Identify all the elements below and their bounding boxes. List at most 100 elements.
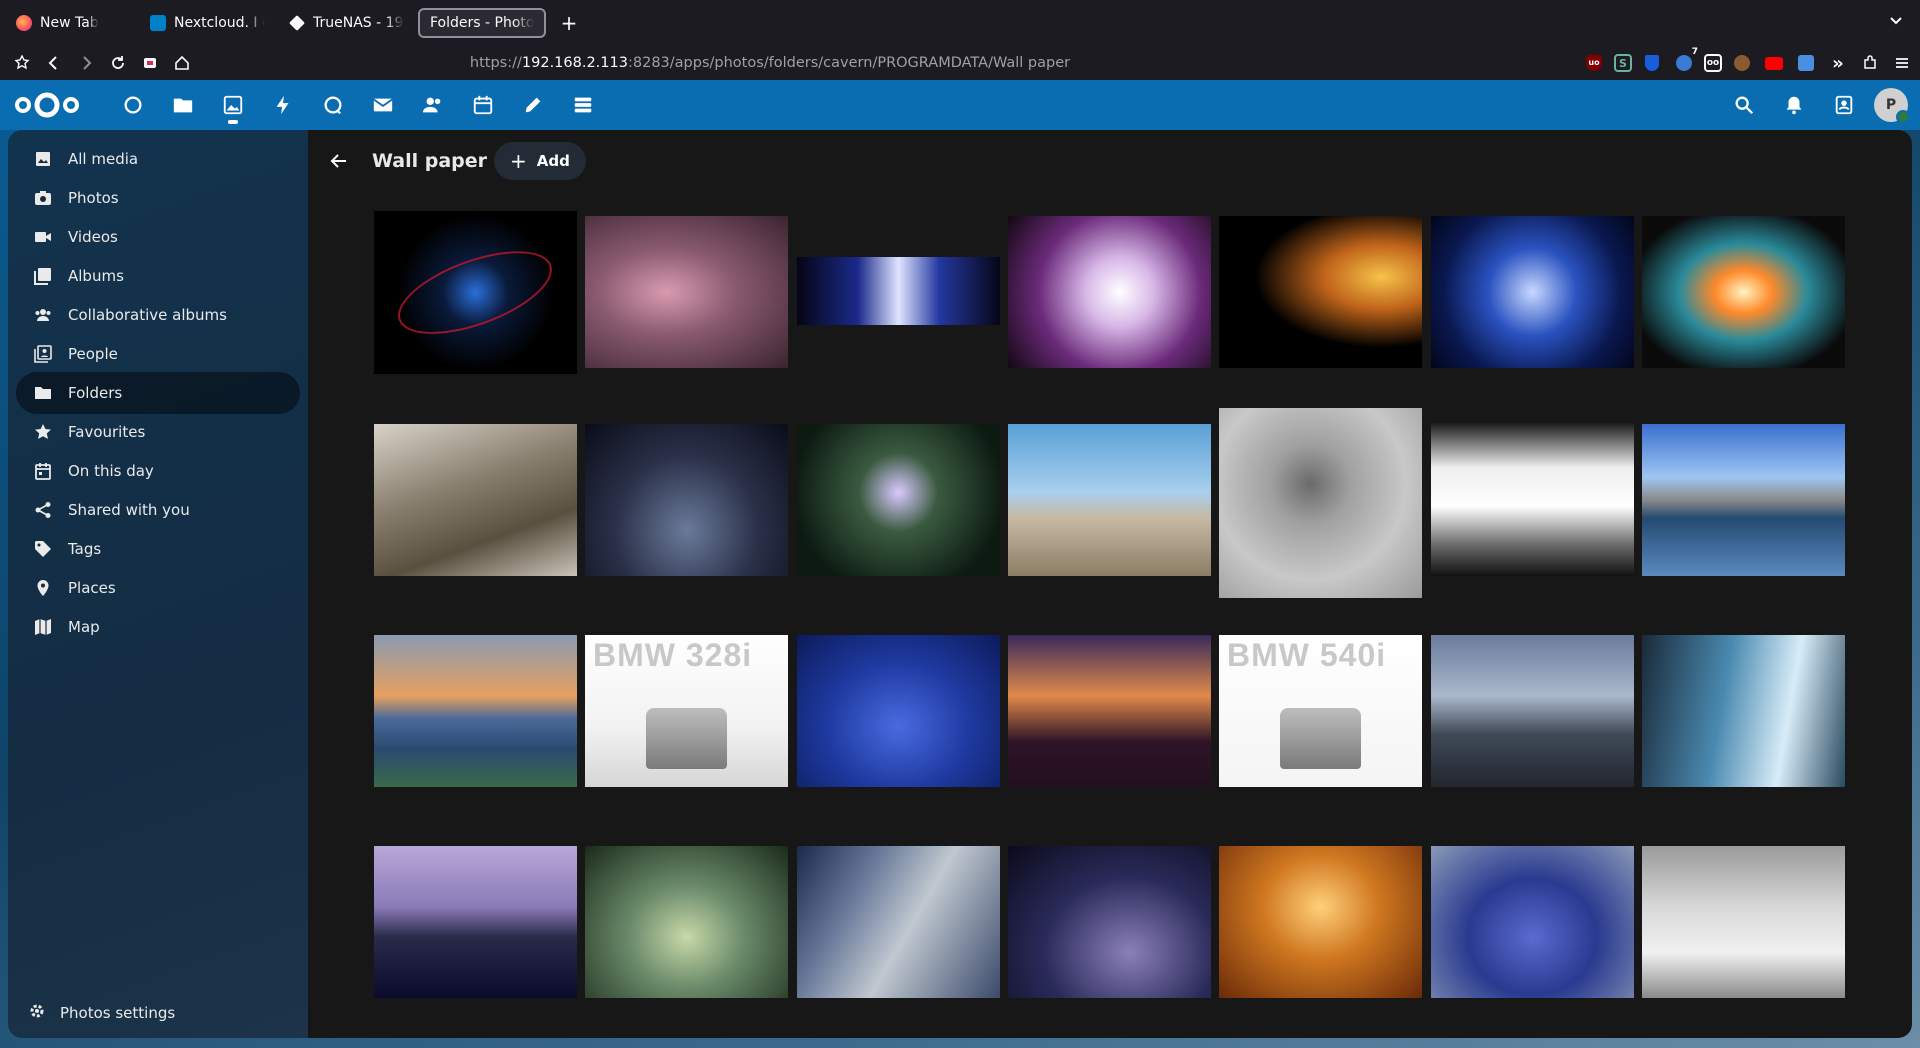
home-icon[interactable]: [166, 49, 198, 77]
notes-icon[interactable]: [508, 80, 558, 130]
photo-thumbnail[interactable]: [797, 257, 1000, 325]
photo-thumbnail[interactable]: [1642, 424, 1845, 576]
nav-shared-with-you[interactable]: Shared with you: [16, 489, 300, 531]
extension-badge-icon[interactable]: 7: [1672, 47, 1698, 75]
nav-collaborative-albums[interactable]: Collaborative albums: [16, 294, 300, 336]
url-bar[interactable]: https://192.168.2.113:8283/apps/photos/f…: [200, 49, 1340, 77]
tab-new-tab[interactable]: New Tab: [6, 8, 136, 38]
cookie-icon[interactable]: [1730, 51, 1754, 75]
plus-icon: +: [510, 149, 527, 173]
forward-icon[interactable]: [70, 49, 102, 77]
photo-thumbnail[interactable]: [1642, 216, 1845, 368]
photo-thumbnail[interactable]: [1219, 216, 1422, 368]
reload-icon[interactable]: [102, 49, 134, 77]
photos-navigation: All media Photos Videos Albums Collabora…: [8, 130, 308, 1038]
photo-thumbnail[interactable]: [374, 635, 577, 787]
nav-label: On this day: [68, 462, 154, 480]
screenshot-icon[interactable]: [134, 49, 166, 77]
photo-thumbnail[interactable]: [1219, 846, 1422, 998]
notifications-icon[interactable]: [1774, 80, 1814, 130]
nav-folders[interactable]: Folders: [16, 372, 300, 414]
tab-title: Nextcloud. I c: [174, 15, 265, 31]
map-icon: [34, 618, 52, 636]
photo-thumbnail[interactable]: [797, 635, 1000, 787]
photo-thumbnail[interactable]: BMW 540i: [1219, 635, 1422, 787]
photo-thumbnail[interactable]: [1431, 421, 1634, 576]
nav-photos[interactable]: Photos: [16, 177, 300, 219]
nav-map[interactable]: Map: [16, 606, 300, 648]
youtube-icon[interactable]: [1762, 51, 1786, 75]
photo-thumbnail[interactable]: [585, 216, 788, 368]
photo-thumbnail[interactable]: [585, 846, 788, 998]
nav-favourites[interactable]: Favourites: [16, 411, 300, 453]
photo-thumbnail[interactable]: [797, 846, 1000, 998]
car-shape: [1279, 707, 1362, 769]
photo-thumbnail[interactable]: [1008, 216, 1211, 368]
photo-thumbnail[interactable]: [374, 211, 577, 374]
new-tab-button[interactable]: +: [554, 8, 584, 38]
nav-label: All media: [68, 150, 139, 168]
photo-thumbnail[interactable]: [1431, 216, 1634, 368]
photo-thumbnail[interactable]: [797, 424, 1000, 576]
add-label: Add: [536, 152, 570, 170]
overflow-menu-icon[interactable]: »: [1826, 51, 1850, 75]
nav-places[interactable]: Places: [16, 567, 300, 609]
photos-settings-button[interactable]: Photos settings: [20, 996, 175, 1030]
extensions-icon[interactable]: [1858, 51, 1882, 75]
search-icon[interactable]: [1724, 80, 1764, 130]
nav-videos[interactable]: Videos: [16, 216, 300, 258]
menu-icon[interactable]: [1890, 51, 1914, 75]
photos-icon[interactable]: [208, 80, 258, 130]
contacts-icon[interactable]: [408, 80, 458, 130]
dashboard-icon[interactable]: [108, 80, 158, 130]
nav-people[interactable]: People: [16, 333, 300, 375]
activity-icon[interactable]: [258, 80, 308, 130]
photo-thumbnail[interactable]: [1431, 846, 1634, 998]
url-prefix: https://: [469, 55, 522, 71]
photo-thumbnail[interactable]: [1642, 846, 1845, 998]
talk-icon[interactable]: [308, 80, 358, 130]
translate-icon[interactable]: [1794, 51, 1818, 75]
photo-thumbnail[interactable]: BMW 328i: [585, 635, 788, 787]
nav-on-this-day[interactable]: On this day: [16, 450, 300, 492]
nextcloud-logo[interactable]: [12, 90, 82, 120]
calendar-icon[interactable]: [458, 80, 508, 130]
nav-label: Collaborative albums: [68, 306, 227, 324]
nav-albums[interactable]: Albums: [16, 255, 300, 297]
nav-label: Photos: [68, 189, 119, 207]
avatar[interactable]: P: [1874, 88, 1910, 124]
back-icon[interactable]: [38, 49, 70, 77]
contacts-menu-icon[interactable]: [1824, 80, 1864, 130]
tab-title: New Tab: [40, 15, 99, 31]
photo-thumbnail[interactable]: [1008, 635, 1211, 787]
mail-icon[interactable]: [358, 80, 408, 130]
nav-all-media[interactable]: All media: [16, 138, 300, 180]
pocket-icon[interactable]: [6, 49, 38, 77]
photo-thumbnail[interactable]: [585, 424, 788, 576]
photo-thumbnail[interactable]: [1008, 424, 1211, 576]
photo-thumbnail[interactable]: [1219, 408, 1422, 598]
back-arrow-icon[interactable]: [322, 144, 356, 178]
photo-thumbnail[interactable]: [1008, 846, 1211, 998]
nav-label: Map: [68, 618, 100, 636]
extensions-toolbar: uo S 7 oo »: [1582, 47, 1914, 77]
thumbnail-caption: BMW 328i: [593, 637, 753, 673]
tab-nextcloud[interactable]: Nextcloud. I c: [140, 8, 275, 38]
ublock-icon[interactable]: uo: [1582, 51, 1606, 75]
photo-thumbnail[interactable]: [1431, 635, 1634, 787]
folder-icon: [34, 384, 52, 402]
nav-tags[interactable]: Tags: [16, 528, 300, 570]
people-icon: [34, 345, 52, 363]
glasses-icon[interactable]: oo: [1704, 54, 1722, 72]
files-icon[interactable]: [158, 80, 208, 130]
add-button[interactable]: + Add: [494, 142, 586, 180]
tab-folders-photos[interactable]: Folders - Photos -: [418, 8, 546, 38]
sidekick-icon[interactable]: S: [1614, 54, 1632, 72]
bitwarden-icon[interactable]: [1640, 51, 1664, 75]
photo-thumbnail[interactable]: [374, 846, 577, 998]
photo-thumbnail[interactable]: [1642, 635, 1845, 787]
tab-truenas[interactable]: TrueNAS - 192: [279, 8, 414, 38]
deck-icon[interactable]: [558, 80, 608, 130]
photo-thumbnail[interactable]: [374, 424, 577, 576]
chevron-down-icon[interactable]: [1886, 12, 1906, 32]
